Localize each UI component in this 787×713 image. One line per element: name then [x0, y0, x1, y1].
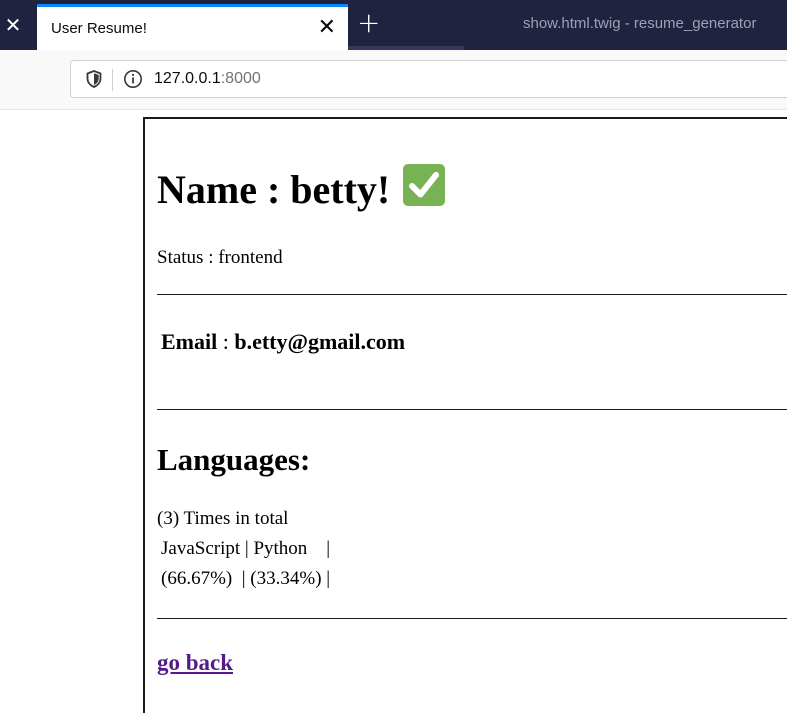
window-title: show.html.twig - resume_generator	[523, 15, 757, 32]
languages-names: JavaScript | Python |	[161, 538, 331, 559]
info-icon[interactable]	[123, 69, 143, 89]
email-line: Email : b.etty@gmail.com	[161, 329, 405, 355]
divider	[157, 409, 787, 410]
status-text: Status : frontend	[157, 247, 283, 268]
tab-title: User Resume!	[51, 20, 147, 37]
white-check-mark-icon	[403, 164, 446, 206]
go-back-link[interactable]: go back	[157, 650, 233, 676]
email-label: Email	[161, 329, 218, 354]
url-bar[interactable]: 127.0.0.1:8000	[70, 60, 787, 98]
nav-bar: 127.0.0.1:8000	[0, 50, 787, 110]
url-host: 127.0.0.1	[154, 70, 221, 87]
page-content: Name : betty! Status : frontend Email : …	[143, 117, 787, 713]
email-value: b.etty@gmail.com	[234, 329, 406, 354]
url-separator	[112, 69, 113, 91]
new-tab-icon[interactable]: +	[357, 9, 380, 37]
tab-user-resume[interactable]: User Resume! ✕	[37, 4, 348, 50]
name-heading: Name : betty!	[157, 163, 446, 213]
email-separator: :	[217, 329, 235, 354]
languages-heading: Languages:	[157, 442, 311, 477]
url-text[interactable]: 127.0.0.1:8000	[154, 70, 261, 88]
shield-icon[interactable]	[86, 70, 102, 88]
languages-total: (3) Times in total	[157, 508, 289, 529]
languages-percentages: (66.67%) | (33.34%) |	[161, 568, 331, 589]
tab-strip: ✕ User Resume! ✕ + show.html.twig - resu…	[0, 0, 787, 50]
divider	[157, 294, 787, 295]
name-heading-text: Name : betty!	[157, 167, 391, 212]
divider	[157, 618, 787, 619]
tab-close-icon[interactable]: ✕	[318, 16, 336, 40]
url-port: :8000	[220, 70, 261, 87]
close-icon[interactable]: ✕	[2, 14, 24, 36]
